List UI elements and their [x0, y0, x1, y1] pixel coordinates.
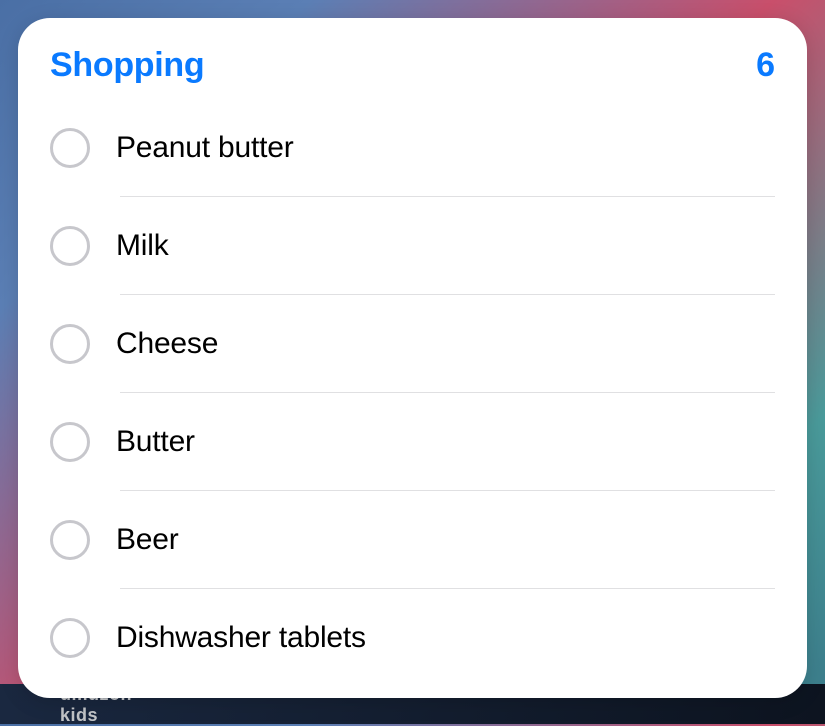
list-item[interactable]: Beer — [50, 491, 775, 589]
list-item[interactable]: Peanut butter — [50, 99, 775, 197]
checkbox-icon[interactable] — [50, 618, 90, 658]
list-count: 6 — [756, 46, 775, 85]
widget-header: Shopping 6 — [50, 46, 775, 85]
checkbox-icon[interactable] — [50, 128, 90, 168]
list-title: Shopping — [50, 46, 204, 85]
list-item[interactable]: Cheese — [50, 295, 775, 393]
reminder-text: Peanut butter — [116, 131, 294, 165]
reminder-list: Peanut butter Milk Cheese Butter Beer Di… — [50, 99, 775, 687]
checkbox-icon[interactable] — [50, 422, 90, 462]
reminder-text: Beer — [116, 523, 179, 557]
list-item[interactable]: Butter — [50, 393, 775, 491]
reminder-text: Dishwasher tablets — [116, 621, 366, 655]
checkbox-icon[interactable] — [50, 324, 90, 364]
checkbox-icon[interactable] — [50, 520, 90, 560]
reminders-widget[interactable]: Shopping 6 Peanut butter Milk Cheese But… — [18, 18, 807, 698]
reminder-text: Cheese — [116, 327, 218, 361]
list-item[interactable]: Milk — [50, 197, 775, 295]
reminder-text: Milk — [116, 229, 169, 263]
list-item[interactable]: Dishwasher tablets — [50, 589, 775, 687]
checkbox-icon[interactable] — [50, 226, 90, 266]
reminder-text: Butter — [116, 425, 195, 459]
bg-partial-text-2: kids — [60, 705, 132, 726]
